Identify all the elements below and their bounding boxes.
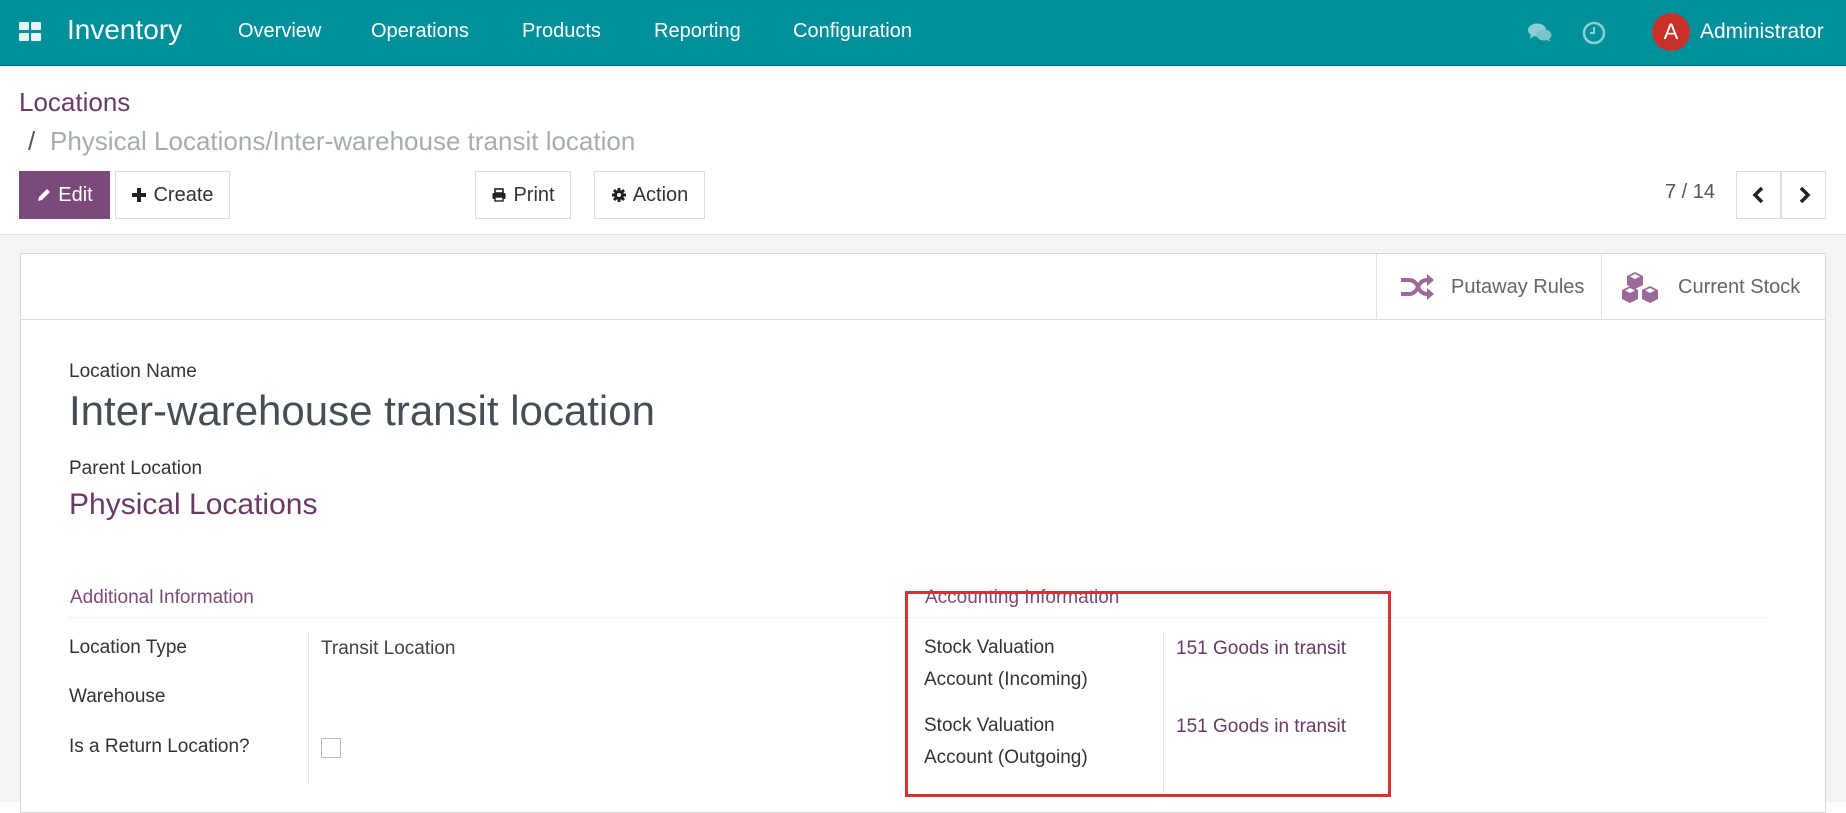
parent-location-label: Parent Location bbox=[69, 458, 203, 479]
column-divider bbox=[308, 633, 309, 783]
chevron-left-icon bbox=[1752, 186, 1763, 204]
form-sheet: Putaway Rules Current Stock Location Nam… bbox=[20, 253, 1826, 813]
shuffle-icon bbox=[1401, 274, 1434, 300]
pencil-icon bbox=[38, 189, 51, 201]
create-button[interactable]: Create bbox=[115, 171, 230, 219]
breadcrumb-separator: / bbox=[28, 126, 36, 156]
chat-icon[interactable] bbox=[1527, 20, 1553, 46]
menu-configuration[interactable]: Configuration bbox=[793, 20, 912, 43]
edit-label: Edit bbox=[58, 183, 93, 206]
user-menu[interactable]: Administrator bbox=[1700, 20, 1824, 44]
action-button[interactable]: Action bbox=[594, 171, 705, 219]
user-avatar[interactable]: A bbox=[1652, 13, 1690, 51]
apps-grid-icon[interactable] bbox=[19, 22, 43, 42]
chevron-right-icon bbox=[1799, 186, 1810, 204]
print-label: Print bbox=[513, 183, 555, 206]
current-stock-button[interactable]: Current Stock bbox=[1601, 254, 1827, 320]
gear-icon bbox=[611, 188, 626, 202]
app-name[interactable]: Inventory bbox=[67, 14, 182, 46]
current-stock-label: Current Stock bbox=[1678, 275, 1801, 298]
control-panel: Locations / Physical Locations/Inter-war… bbox=[0, 67, 1846, 235]
breadcrumb-root[interactable]: Locations bbox=[19, 87, 130, 118]
location-name-label: Location Name bbox=[69, 361, 197, 382]
plus-icon bbox=[132, 188, 147, 202]
print-button[interactable]: Print bbox=[475, 171, 571, 219]
form-view: Putaway Rules Current Stock Location Nam… bbox=[0, 235, 1846, 813]
create-label: Create bbox=[153, 183, 214, 206]
pager-value[interactable]: 7 / 14 bbox=[1665, 181, 1715, 204]
parent-location-link[interactable]: Physical Locations bbox=[69, 488, 317, 522]
additional-information-title: Additional Information bbox=[70, 587, 254, 608]
location-name-value: Inter-warehouse transit location bbox=[69, 387, 655, 434]
breadcrumb-current: Physical Locations/Inter-warehouse trans… bbox=[50, 126, 636, 156]
warehouse-label: Warehouse bbox=[69, 686, 166, 707]
action-label: Action bbox=[632, 183, 689, 206]
location-type-value: Transit Location bbox=[321, 638, 456, 659]
menu-operations[interactable]: Operations bbox=[371, 20, 469, 43]
location-type-label: Location Type bbox=[69, 637, 187, 658]
smart-button-box: Putaway Rules Current Stock bbox=[21, 254, 1825, 320]
menu-products[interactable]: Products bbox=[522, 20, 601, 43]
clock-icon[interactable] bbox=[1581, 20, 1607, 46]
cubes-icon bbox=[1622, 272, 1658, 303]
putaway-rules-label: Putaway Rules bbox=[1451, 275, 1585, 298]
highlight-box bbox=[905, 591, 1391, 797]
pager-previous-button[interactable] bbox=[1736, 171, 1781, 219]
return-location-label: Is a Return Location? bbox=[69, 736, 250, 757]
top-navbar: Inventory Overview Operations Products R… bbox=[0, 0, 1846, 66]
menu-reporting[interactable]: Reporting bbox=[654, 20, 741, 43]
printer-icon bbox=[492, 188, 506, 202]
putaway-rules-button[interactable]: Putaway Rules bbox=[1376, 254, 1601, 320]
menu-overview[interactable]: Overview bbox=[238, 20, 321, 43]
pager-next-button[interactable] bbox=[1781, 171, 1826, 219]
return-location-checkbox[interactable] bbox=[321, 738, 341, 758]
edit-button[interactable]: Edit bbox=[19, 171, 110, 219]
